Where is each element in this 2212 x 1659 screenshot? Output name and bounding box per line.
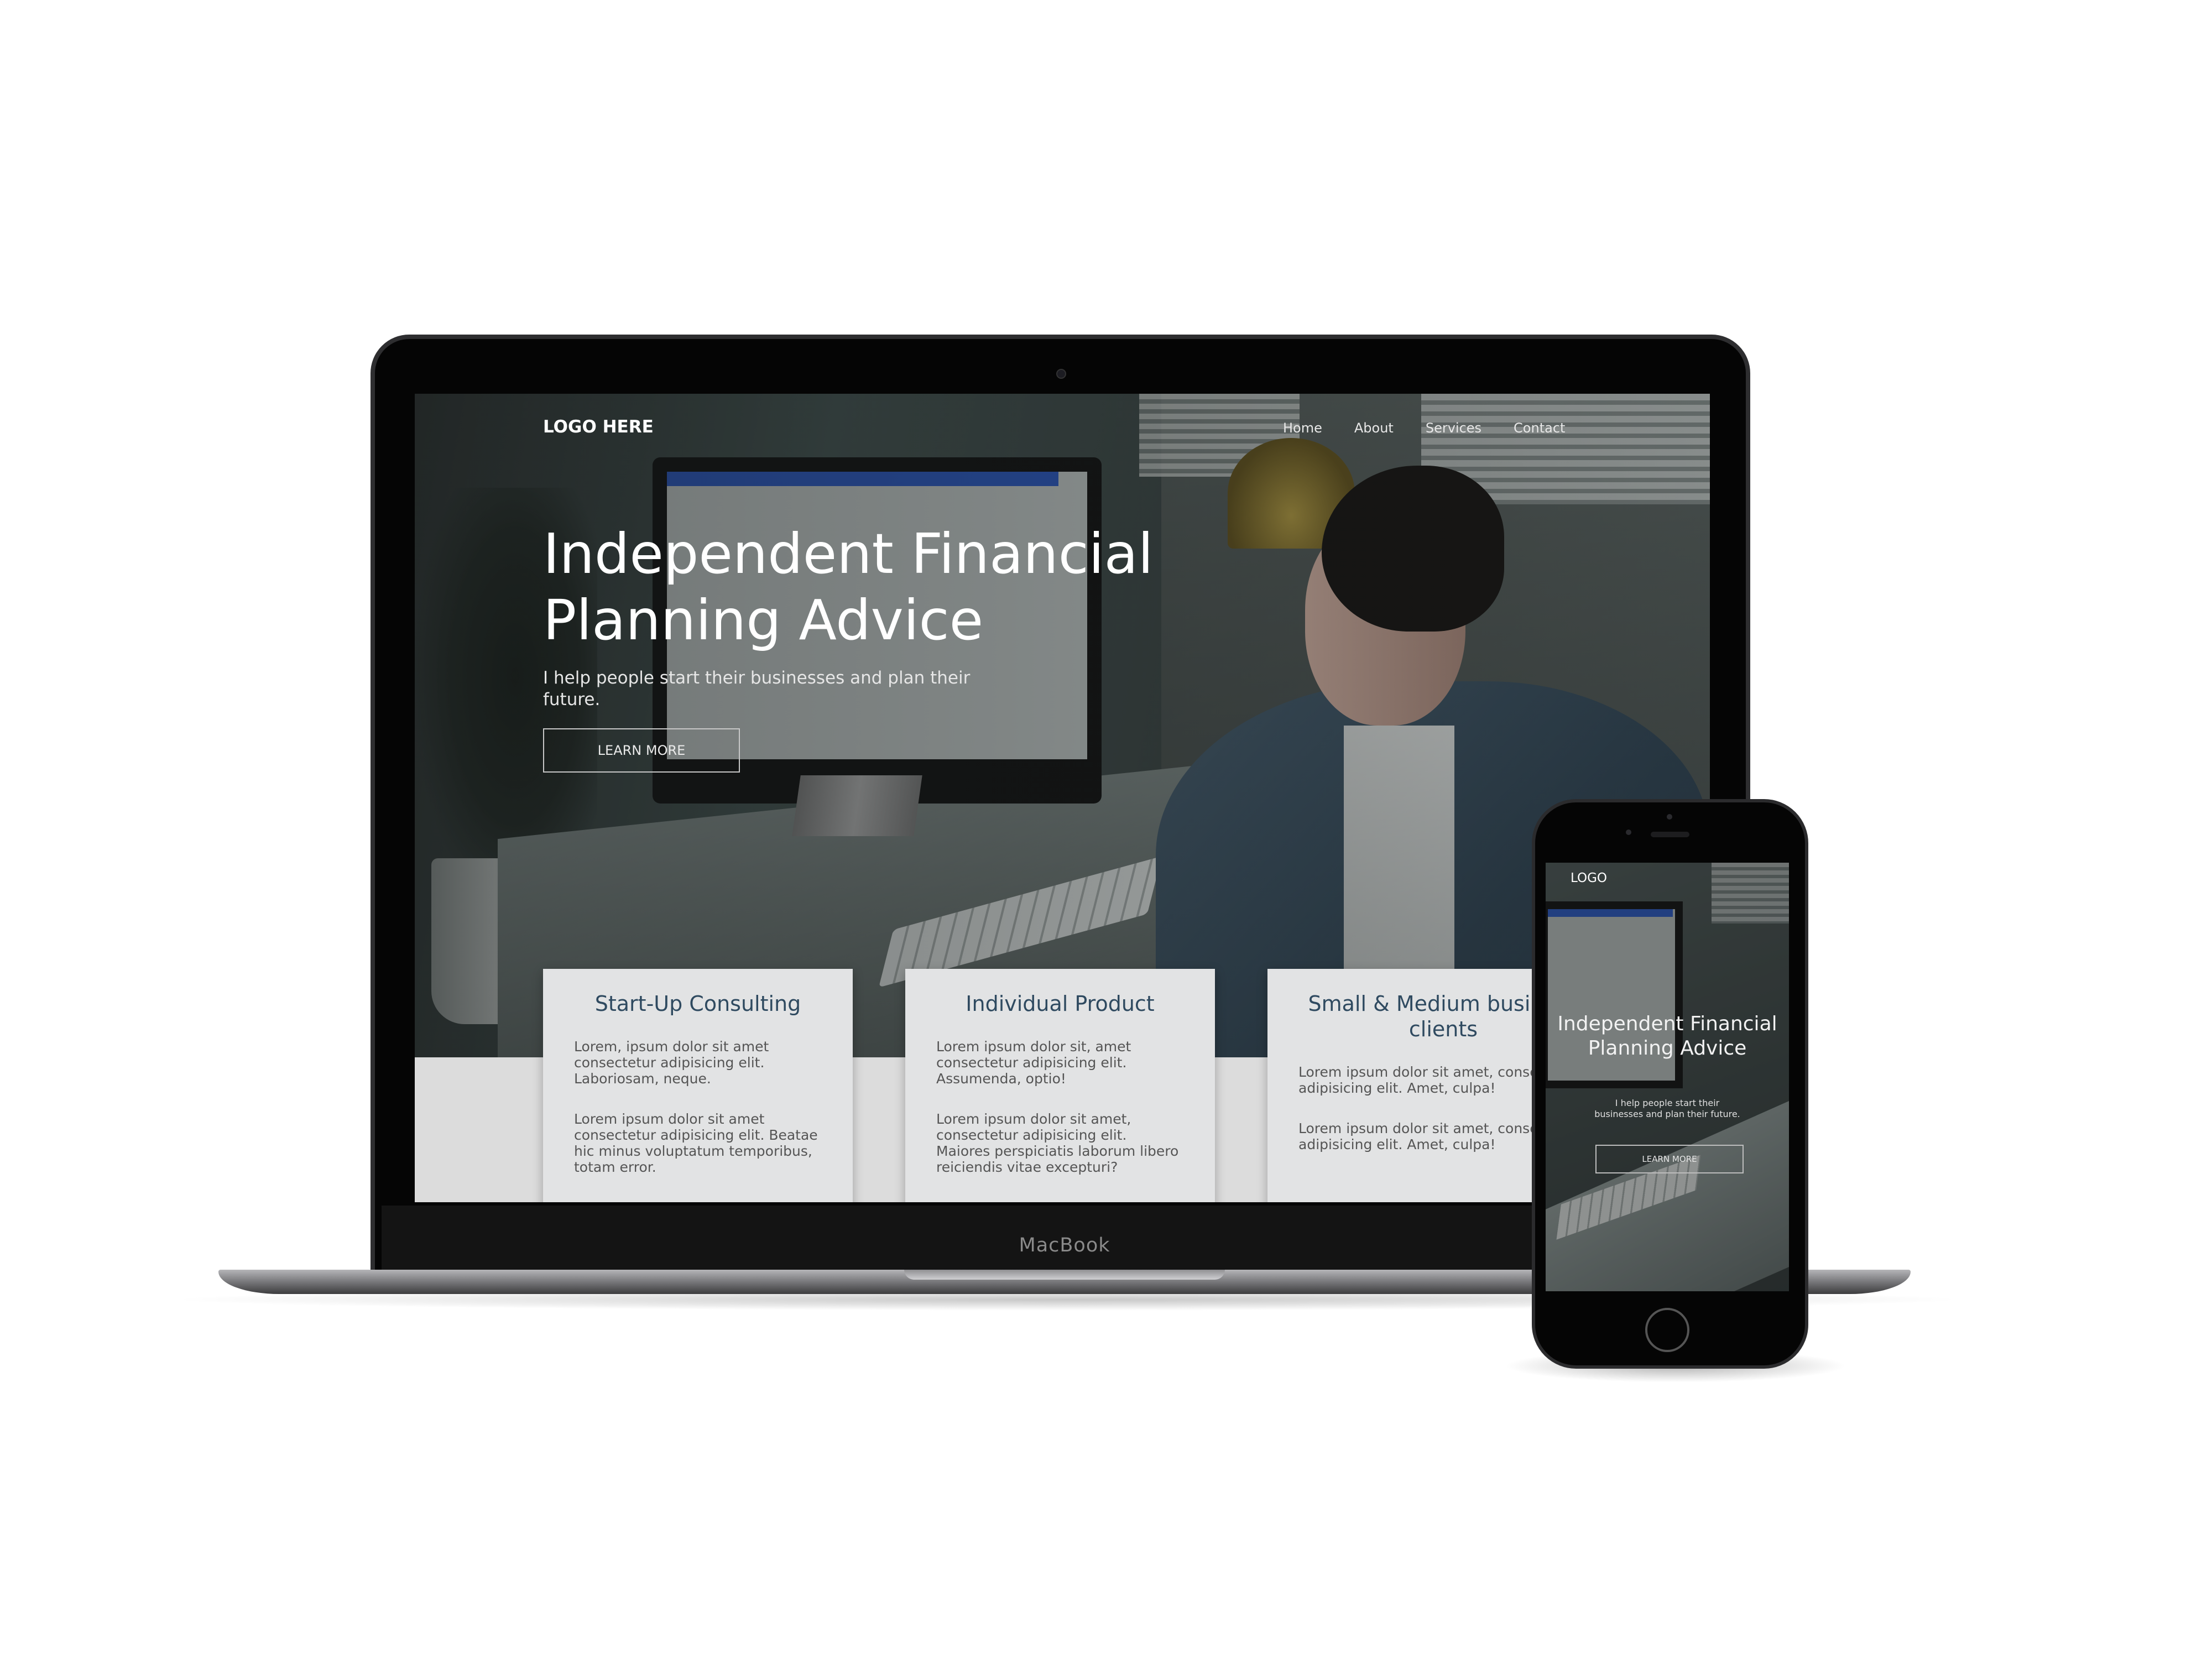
hero-title: Independent Financial Planning Advice — [543, 521, 1154, 653]
site-logo[interactable]: LOGO HERE — [543, 417, 654, 437]
nav-link-about[interactable]: About — [1354, 420, 1394, 436]
macbook-label: MacBook — [1019, 1234, 1110, 1256]
phone-hero-dark-overlay — [1546, 863, 1789, 1291]
phone-speaker — [1651, 832, 1689, 837]
laptop-screen: LOGO HERE Home About Services Contact In… — [415, 394, 1710, 1202]
service-card-text: Lorem, ipsum dolor sit amet consectetur … — [574, 1039, 769, 1087]
phone-hero-subtitle: I help people start their businesses and… — [1594, 1098, 1740, 1119]
service-card-text: Lorem ipsum dolor sit amet, consectetur … — [936, 1111, 1179, 1175]
service-card-title: Start-Up Consulting — [594, 992, 801, 1016]
phone-learn-more-button[interactable]: LEARN MORE — [1595, 1145, 1744, 1173]
service-card-text: Lorem ipsum dolor sit amet consectetur a… — [574, 1111, 818, 1175]
phone-site-logo[interactable]: LOGO — [1571, 871, 1607, 885]
phone-screen: LOGO Independent Financial Planning Advi… — [1546, 863, 1789, 1291]
phone-sensor — [1626, 830, 1631, 835]
service-card-text: Lorem ipsum dolor sit, amet consectetur … — [936, 1039, 1131, 1087]
phone-hero-title: Independent Financial Planning Advice — [1557, 1013, 1777, 1060]
learn-more-button[interactable]: LEARN MORE — [543, 728, 740, 773]
laptop-camera — [1056, 369, 1066, 379]
service-card-title: Individual Product — [966, 992, 1155, 1016]
phone-camera — [1667, 814, 1672, 820]
nav-link-services[interactable]: Services — [1426, 420, 1481, 436]
phone-home-button[interactable] — [1645, 1308, 1689, 1352]
hero-subtitle: I help people start their businesses and… — [543, 668, 971, 709]
hero-dark-overlay — [415, 394, 1710, 1057]
nav-link-home[interactable]: Home — [1283, 420, 1322, 436]
nav-link-contact[interactable]: Contact — [1514, 420, 1565, 436]
site-nav: Home About Services Contact — [1283, 420, 1565, 436]
service-card-individual: Individual Product Lorem ipsum dolor sit… — [905, 969, 1215, 1202]
laptop-opening-notch — [904, 1270, 1225, 1280]
service-card-startup: Start-Up Consulting Lorem, ipsum dolor s… — [543, 969, 853, 1202]
hero-section: LOGO HERE Home About Services Contact In… — [415, 394, 1710, 1057]
